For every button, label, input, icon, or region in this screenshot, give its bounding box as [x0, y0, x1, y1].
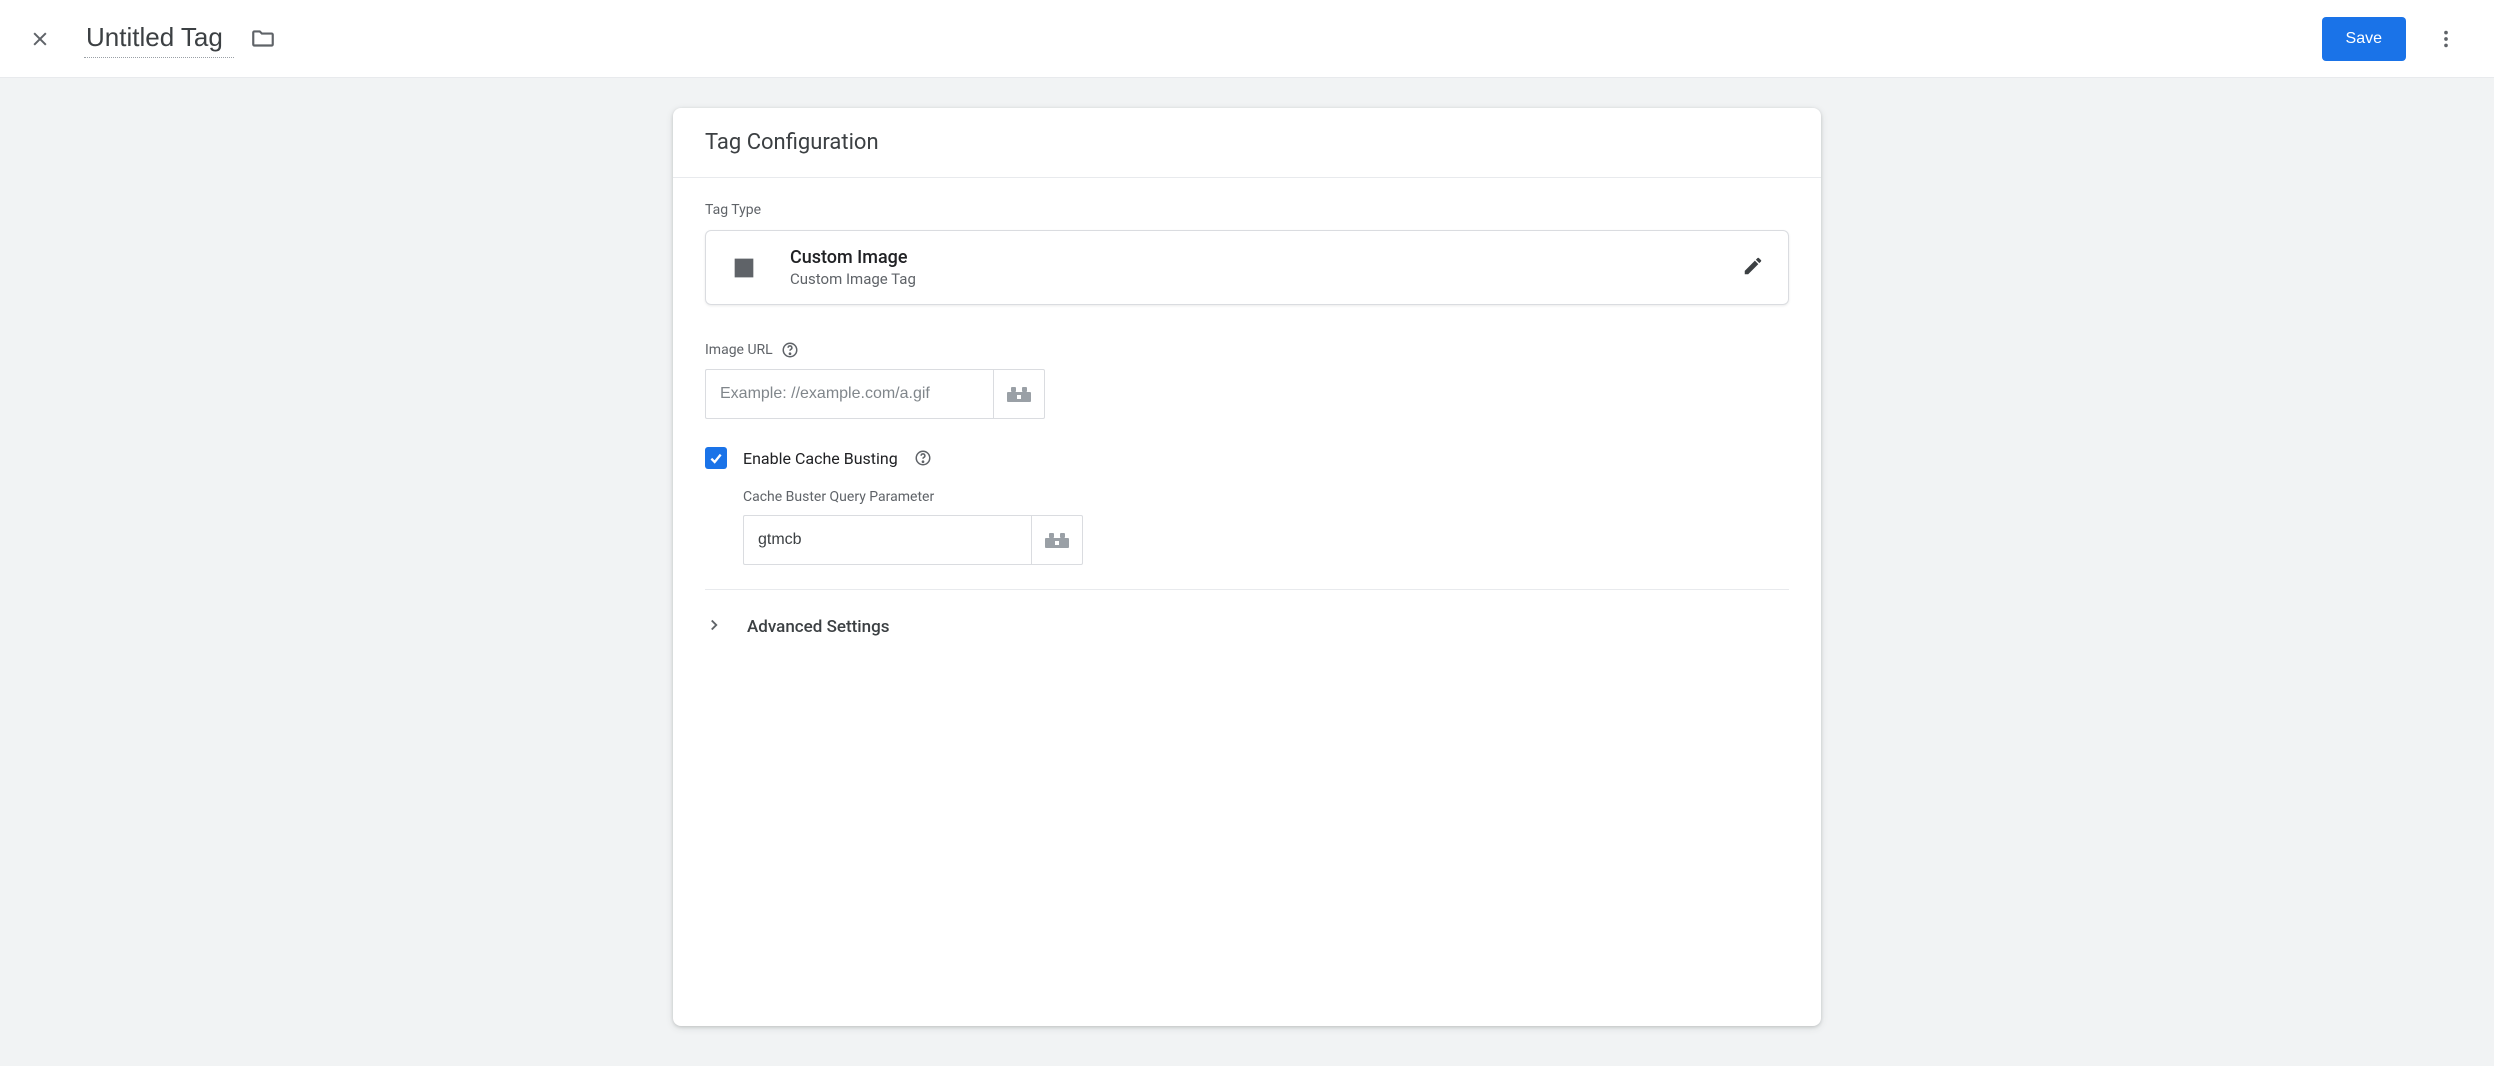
card-title: Tag Configuration [673, 108, 1821, 178]
image-url-variable-button[interactable] [993, 369, 1045, 419]
variable-brick-icon [1005, 384, 1033, 404]
cache-busting-row: Enable Cache Busting [705, 447, 1789, 469]
variable-brick-icon [1043, 530, 1071, 550]
image-url-input[interactable] [705, 369, 993, 419]
folder-button[interactable] [250, 26, 276, 52]
chevron-right-icon [705, 616, 723, 638]
editor-header: Save [0, 0, 2494, 78]
image-url-field: Image URL [705, 341, 1789, 419]
folder-icon [250, 26, 276, 52]
pencil-icon [1742, 255, 1764, 277]
cache-busting-help[interactable] [914, 449, 932, 467]
cache-buster-param-label: Cache Buster Query Parameter [743, 489, 1789, 505]
tag-name-input[interactable] [84, 20, 234, 58]
image-url-label: Image URL [705, 342, 773, 358]
close-button[interactable] [28, 27, 52, 51]
image-url-help[interactable] [781, 341, 799, 359]
cache-buster-param-field: Cache Buster Query Parameter [743, 489, 1789, 565]
more-vert-icon [2435, 28, 2457, 50]
cache-buster-variable-button[interactable] [1031, 515, 1083, 565]
help-icon [914, 449, 932, 467]
close-icon [30, 29, 50, 49]
advanced-settings-label: Advanced Settings [747, 617, 889, 637]
image-icon [730, 254, 758, 282]
more-menu-button[interactable] [2426, 19, 2466, 59]
tag-type-name: Custom Image [790, 247, 916, 268]
help-icon [781, 341, 799, 359]
tag-type-label: Tag Type [705, 202, 1789, 218]
check-icon [708, 450, 724, 466]
cache-busting-checkbox[interactable] [705, 447, 727, 469]
edit-tag-type-button[interactable] [1742, 255, 1764, 281]
tag-type-selector[interactable]: Custom Image Custom Image Tag [705, 230, 1789, 305]
editor-canvas: Tag Configuration Tag Type Custom Image … [0, 78, 2494, 1066]
tag-configuration-card: Tag Configuration Tag Type Custom Image … [673, 108, 1821, 1026]
tag-type-description: Custom Image Tag [790, 270, 916, 288]
cache-buster-param-input[interactable] [743, 515, 1031, 565]
save-button[interactable]: Save [2322, 17, 2406, 61]
cache-busting-label: Enable Cache Busting [743, 449, 898, 468]
advanced-settings-toggle[interactable]: Advanced Settings [673, 590, 1821, 664]
